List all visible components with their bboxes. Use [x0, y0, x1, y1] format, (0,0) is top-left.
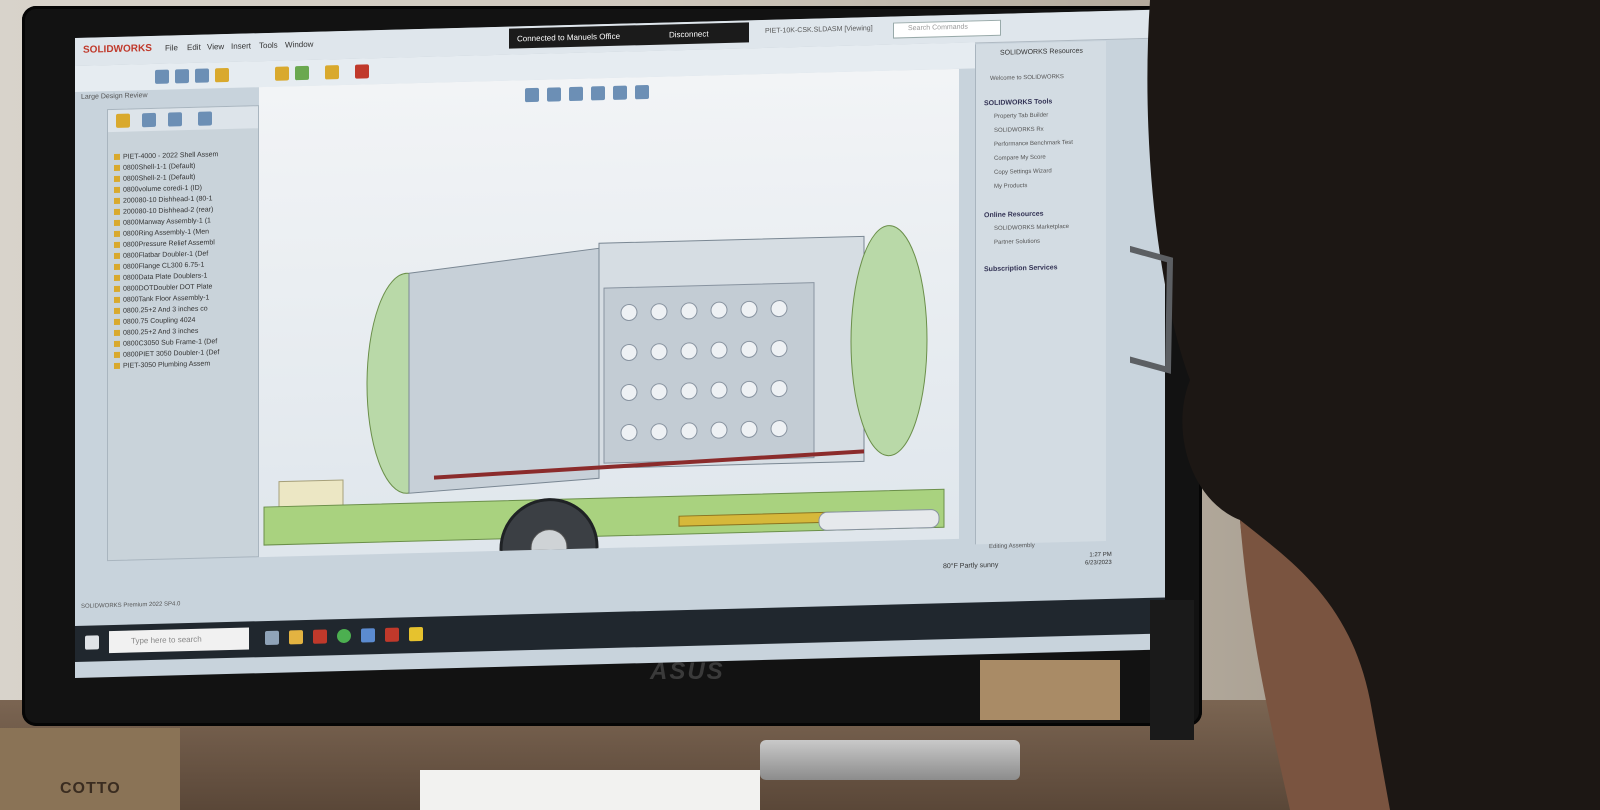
hair: [1147, 0, 1600, 810]
solidworks-active-icon[interactable]: [385, 627, 399, 642]
resource-tool-link[interactable]: Performance Benchmark Test: [994, 140, 1073, 148]
weather-widget[interactable]: 80°F Partly sunny: [943, 562, 998, 570]
search-placeholder: Search Commands: [908, 23, 968, 33]
rebuild-icon[interactable]: [155, 69, 169, 84]
feature-tree-panel: PIET-4000 - 2022 Shell Assem 0800Shell-1…: [107, 105, 259, 562]
tree-item[interactable]: PIET-3050 Plumbing Assem: [114, 357, 254, 372]
menu-insert[interactable]: Insert: [231, 41, 251, 51]
dim-expert-tab-icon[interactable]: [198, 111, 212, 126]
windows-taskbar: Type here to search: [75, 597, 1165, 662]
tree-list: PIET-4000 - 2022 Shell Assem 0800Shell-1…: [114, 148, 254, 372]
section-view-icon[interactable]: [591, 86, 605, 101]
view-orientation-icon[interactable]: [613, 85, 627, 100]
explode-icon[interactable]: [325, 65, 339, 80]
glasses: [1130, 245, 1174, 374]
clock-date: 6/23/2023: [1085, 559, 1112, 567]
system-clock[interactable]: 1:27 PM 6/23/2023: [1085, 551, 1112, 568]
product-version: SOLIDWORKS Premium 2022 SP4.0: [81, 601, 181, 610]
pattern-icon[interactable]: [275, 66, 289, 81]
mode-label: Large Design Review: [81, 92, 148, 101]
online-link[interactable]: Partner Solutions: [994, 239, 1040, 246]
trailer-tank-model: [263, 225, 945, 598]
zoom-fit-icon[interactable]: [525, 87, 539, 103]
rear-dish-head: [850, 225, 928, 457]
start-icon[interactable]: [85, 635, 99, 650]
component-icon[interactable]: [215, 67, 229, 83]
menu-file[interactable]: File: [165, 43, 178, 52]
previous-view-icon[interactable]: [569, 86, 583, 102]
paper-sheet: [420, 770, 760, 810]
search-commands[interactable]: Search Commands: [893, 19, 1001, 39]
zoom-area-icon[interactable]: [547, 87, 561, 102]
editing-status: Editing Assembly: [989, 542, 1035, 551]
display-style-icon[interactable]: [635, 84, 649, 100]
menu-edit[interactable]: Edit: [187, 43, 201, 52]
feature-manager-tab-icon[interactable]: [116, 113, 130, 128]
person-head: [1130, 0, 1600, 810]
resource-tool-link[interactable]: My Products: [994, 183, 1027, 190]
remote-connection-bar: Connected to Manuels Office Disconnect: [509, 22, 749, 49]
picture-frame: COTTO: [0, 728, 180, 810]
record-icon[interactable]: [355, 64, 369, 79]
file-explorer-icon[interactable]: [289, 630, 303, 645]
taskbar-search[interactable]: Type here to search: [109, 627, 249, 654]
sticky-notes-icon[interactable]: [409, 626, 423, 642]
taskbar-search-placeholder: Type here to search: [131, 634, 202, 646]
tank-front-shell: [408, 247, 600, 494]
remote-desktop-icon[interactable]: [361, 628, 375, 643]
storage-tube: [818, 509, 940, 531]
online-header: Online Resources: [984, 210, 1044, 220]
property-manager-tab-icon[interactable]: [142, 112, 156, 128]
solidworks-taskbar-icon[interactable]: [313, 629, 327, 644]
resource-tool-link[interactable]: Copy Settings Wizard: [994, 168, 1052, 176]
screen: SOLIDWORKS File Edit View Insert Tools W…: [75, 9, 1165, 679]
tools-header: SOLIDWORKS Tools: [984, 98, 1053, 108]
graphics-area[interactable]: [259, 68, 959, 598]
document-title: PIET-10K-CSK.SLDASM [Viewing]: [765, 25, 873, 35]
move-icon[interactable]: [295, 65, 309, 81]
resource-tool-link[interactable]: SOLIDWORKS Rx: [994, 127, 1044, 134]
resources-panel: SOLIDWORKS Resources Welcome to SOLIDWOR…: [975, 41, 1106, 545]
welcome-link[interactable]: Welcome to SOLIDWORKS: [990, 74, 1064, 82]
menu-tools[interactable]: Tools: [259, 41, 278, 50]
mate-icon[interactable]: [195, 68, 209, 83]
background-box: [980, 660, 1120, 720]
app-logo: SOLIDWORKS: [83, 42, 152, 56]
metal-bracket-part: [760, 740, 1020, 780]
config-manager-tab-icon[interactable]: [168, 112, 182, 127]
resource-tool-link[interactable]: Property Tab Builder: [994, 113, 1048, 120]
subscription-header: Subscription Services: [984, 264, 1058, 274]
frame-text: COTTO: [60, 780, 121, 797]
menu-window[interactable]: Window: [285, 40, 313, 50]
task-view-icon[interactable]: [265, 630, 279, 646]
resources-title: SOLIDWORKS Resources: [1000, 47, 1083, 57]
connection-text: Connected to Manuels Office: [517, 31, 621, 44]
resource-tool-link[interactable]: Compare My Score: [994, 155, 1046, 162]
menu-view[interactable]: View: [207, 42, 224, 51]
online-link[interactable]: SOLIDWORKS Marketplace: [994, 224, 1069, 232]
disconnect-button[interactable]: Disconnect: [669, 29, 709, 39]
chrome-icon[interactable]: [337, 628, 351, 644]
select-icon[interactable]: [175, 69, 189, 84]
tree-tabs: [108, 106, 258, 133]
